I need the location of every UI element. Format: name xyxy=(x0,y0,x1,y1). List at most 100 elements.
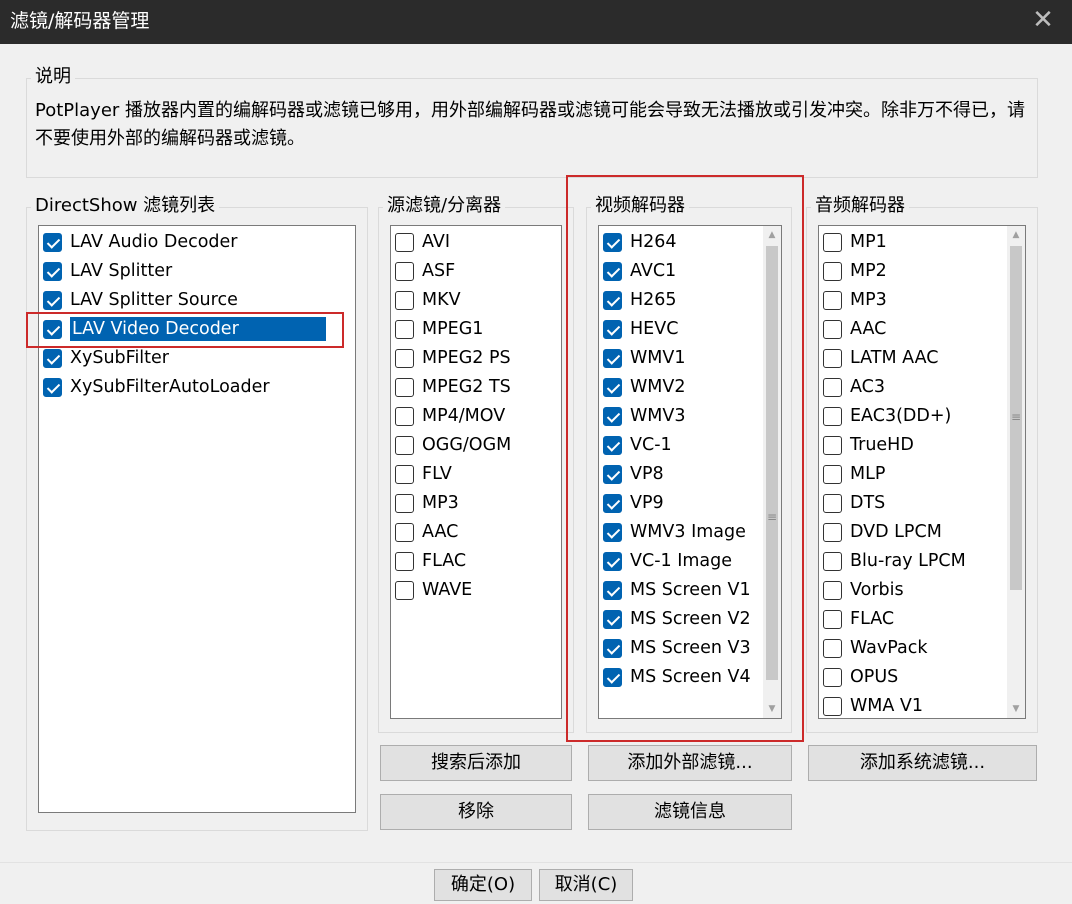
audio-decoder-item[interactable]: MP2 xyxy=(823,258,887,284)
directshow-filter-item[interactable]: LAV Splitter Source xyxy=(43,287,238,313)
audio-decoder-item[interactable]: AAC xyxy=(823,316,886,342)
source-filter-item[interactable]: FLV xyxy=(395,461,452,487)
checkbox-unchecked-icon[interactable] xyxy=(823,406,842,426)
checkbox-unchecked-icon[interactable] xyxy=(823,609,842,629)
add-external-filter-button[interactable]: 添加外部滤镜... xyxy=(588,745,792,781)
checkbox-unchecked-icon[interactable] xyxy=(823,319,842,339)
audio-decoder-item-label: MP2 xyxy=(850,261,887,281)
checkbox-unchecked-icon[interactable] xyxy=(395,406,414,426)
audio-decoder-item[interactable]: WMA V1 xyxy=(823,693,923,718)
audio-decoder-item[interactable]: DTS xyxy=(823,490,885,516)
filter-info-button[interactable]: 滤镜信息 xyxy=(588,794,792,830)
checkbox-unchecked-icon[interactable] xyxy=(823,290,842,310)
checkbox-unchecked-icon[interactable] xyxy=(823,464,842,484)
audio-decoder-item-label: Vorbis xyxy=(850,580,904,600)
directshow-filter-item[interactable]: LAV Audio Decoder xyxy=(43,229,237,255)
audio-decoder-list[interactable]: ▲ ≡ ▼ MP1 MP2 MP3 AAC LATM AAC AC3 EAC3(DD+) Tr… xyxy=(818,225,1026,719)
source-filter-item[interactable]: OGG/OGM xyxy=(395,432,511,458)
audio-decoder-item[interactable]: EAC3(DD+) xyxy=(823,403,951,429)
source-filter-item[interactable]: MKV xyxy=(395,287,461,313)
source-filter-item[interactable]: WAVE xyxy=(395,577,472,603)
source-filter-item[interactable]: AAC xyxy=(395,519,458,545)
audio-decoder-item-label: OPUS xyxy=(850,667,899,687)
audio-decoder-item[interactable]: OPUS xyxy=(823,664,898,690)
audio-decoder-item[interactable]: Vorbis xyxy=(823,577,904,603)
source-filter-item[interactable]: FLAC xyxy=(395,548,466,574)
source-filter-item-label: MP3 xyxy=(422,493,459,513)
checkbox-unchecked-icon[interactable] xyxy=(823,638,842,658)
audio-decoder-item-label: FLAC xyxy=(850,609,895,629)
checkbox-unchecked-icon[interactable] xyxy=(823,435,842,455)
audio-list-scrollbar[interactable]: ▲ ≡ ▼ xyxy=(1007,226,1025,718)
add-system-filter-button[interactable]: 添加系统滤镜... xyxy=(808,745,1037,781)
directshow-filter-item[interactable]: XySubFilterAutoLoader xyxy=(43,374,270,400)
audio-decoder-item[interactable]: MP3 xyxy=(823,287,887,313)
checkbox-unchecked-icon[interactable] xyxy=(395,435,414,455)
description-text: PotPlayer 播放器内置的编解码器或滤镜已够用，用外部编解码器或滤镜可能会… xyxy=(35,100,1026,149)
checkbox-unchecked-icon[interactable] xyxy=(823,261,842,281)
checkbox-unchecked-icon[interactable] xyxy=(823,696,842,716)
checkbox-checked-icon[interactable] xyxy=(43,290,62,310)
source-label: 源滤镜/分离器 xyxy=(383,195,506,217)
cancel-button[interactable]: 取消(C) xyxy=(539,869,633,901)
audio-decoder-item[interactable]: TrueHD xyxy=(823,432,914,458)
scroll-down-arrow-icon[interactable]: ▼ xyxy=(1007,700,1025,718)
checkbox-unchecked-icon[interactable] xyxy=(395,261,414,281)
audio-decoder-item[interactable]: FLAC xyxy=(823,606,894,632)
checkbox-unchecked-icon[interactable] xyxy=(395,319,414,339)
directshow-filter-item[interactable]: XySubFilter xyxy=(43,345,169,371)
checkbox-checked-icon[interactable] xyxy=(43,232,62,252)
checkbox-unchecked-icon[interactable] xyxy=(395,348,414,368)
audio-decoder-item[interactable]: AC3 xyxy=(823,374,885,400)
audio-decoder-item[interactable]: WavPack xyxy=(823,635,928,661)
source-filter-item[interactable]: ASF xyxy=(395,258,455,284)
checkbox-checked-icon[interactable] xyxy=(43,377,62,397)
checkbox-unchecked-icon[interactable] xyxy=(395,522,414,542)
directshow-filter-item[interactable]: LAV Splitter xyxy=(43,258,172,284)
checkbox-checked-icon[interactable] xyxy=(43,348,62,368)
audio-decoder-item-label: AC3 xyxy=(850,377,886,397)
checkbox-unchecked-icon[interactable] xyxy=(395,580,414,600)
checkbox-unchecked-icon[interactable] xyxy=(823,377,842,397)
highlight-box-video-decoder-item xyxy=(26,312,344,348)
ok-button[interactable]: 确定(O) xyxy=(434,869,532,901)
audio-label: 音频解码器 xyxy=(811,195,909,217)
checkbox-unchecked-icon[interactable] xyxy=(395,464,414,484)
source-filter-list[interactable]: AVI ASF MKV MPEG1 MPEG2 PS MPEG2 TS MP4/MOV OGG… xyxy=(390,225,562,719)
checkbox-unchecked-icon[interactable] xyxy=(823,493,842,513)
audio-decoder-item[interactable]: Blu-ray LPCM xyxy=(823,548,966,574)
close-icon[interactable]: ✕ xyxy=(1026,4,1060,38)
checkbox-unchecked-icon[interactable] xyxy=(823,348,842,368)
checkbox-unchecked-icon[interactable] xyxy=(823,667,842,687)
checkbox-unchecked-icon[interactable] xyxy=(823,232,842,252)
source-filter-item[interactable]: MPEG1 xyxy=(395,316,483,342)
window-title: 滤镜/解码器管理 xyxy=(10,10,150,32)
source-filter-item-label: AVI xyxy=(422,232,450,252)
audio-decoder-item[interactable]: MP1 xyxy=(823,229,887,255)
checkbox-unchecked-icon[interactable] xyxy=(395,551,414,571)
checkbox-unchecked-icon[interactable] xyxy=(823,551,842,571)
source-filter-item[interactable]: MPEG2 TS xyxy=(395,374,511,400)
checkbox-checked-icon[interactable] xyxy=(43,261,62,281)
search-add-button[interactable]: 搜索后添加 xyxy=(380,745,572,781)
checkbox-unchecked-icon[interactable] xyxy=(395,493,414,513)
audio-decoder-item[interactable]: DVD LPCM xyxy=(823,519,942,545)
audio-decoder-item[interactable]: MLP xyxy=(823,461,885,487)
checkbox-unchecked-icon[interactable] xyxy=(395,290,414,310)
checkbox-unchecked-icon[interactable] xyxy=(395,377,414,397)
source-filter-item[interactable]: MP3 xyxy=(395,490,459,516)
checkbox-unchecked-icon[interactable] xyxy=(823,580,842,600)
remove-button[interactable]: 移除 xyxy=(380,794,572,830)
source-filter-item-label: FLV xyxy=(422,464,452,484)
source-filter-item-label: MP4/MOV xyxy=(422,406,506,426)
source-filter-item[interactable]: MP4/MOV xyxy=(395,403,505,429)
directshow-filter-item-label: LAV Audio Decoder xyxy=(70,232,238,252)
audio-decoder-item[interactable]: LATM AAC xyxy=(823,345,938,371)
checkbox-unchecked-icon[interactable] xyxy=(823,522,842,542)
directshow-filter-item-label: LAV Splitter xyxy=(70,261,173,281)
scroll-up-arrow-icon[interactable]: ▲ xyxy=(1007,226,1025,244)
audio-decoder-item-label: TrueHD xyxy=(850,435,914,455)
checkbox-unchecked-icon[interactable] xyxy=(395,232,414,252)
source-filter-item[interactable]: AVI xyxy=(395,229,450,255)
source-filter-item[interactable]: MPEG2 PS xyxy=(395,345,511,371)
